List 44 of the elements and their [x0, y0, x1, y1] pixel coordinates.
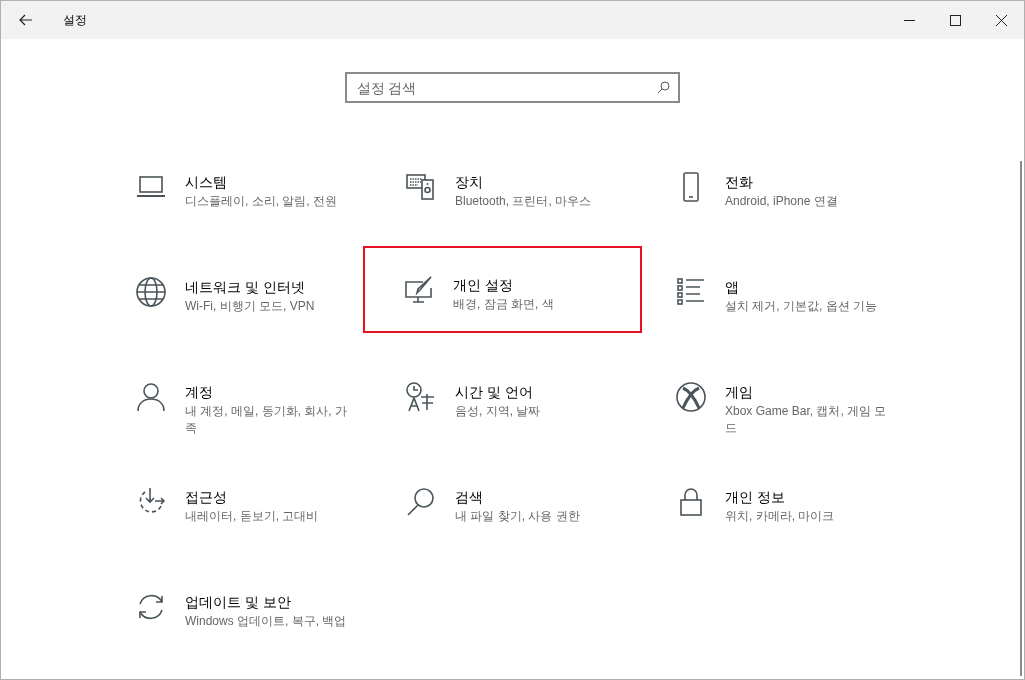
list-icon	[675, 276, 707, 308]
tile-title: 게임	[725, 383, 754, 401]
tile-description: Android, iPhone 연결	[725, 193, 839, 210]
tile-description: 배경, 잠금 화면, 색	[453, 296, 555, 313]
close-icon	[995, 14, 1007, 26]
search-icon	[405, 486, 437, 518]
scrollbar[interactable]	[1020, 161, 1022, 676]
tile-title: 전화	[725, 173, 754, 191]
keyboard-speaker-icon	[405, 171, 437, 203]
back-arrow-icon	[19, 14, 33, 26]
search-icon	[656, 81, 670, 94]
tile-title: 네트워크 및 인터넷	[185, 278, 306, 296]
tile-title: 시스템	[185, 173, 228, 191]
tile-description: 내레이터, 돋보기, 고대비	[185, 508, 320, 525]
tile-title: 개인 설정	[453, 276, 514, 294]
maximize-icon	[949, 14, 961, 26]
tile-description: Windows 업데이트, 복구, 백업	[185, 613, 348, 630]
tile-title: 앱	[725, 278, 740, 296]
settings-tile[interactable]: 개인 설정 배경, 잠금 화면, 색	[363, 246, 642, 333]
tile-description: 위치, 카메라, 마이크	[725, 508, 836, 525]
tile-description: 내 파일 찾기, 사용 권한	[455, 508, 581, 525]
tile-title: 장치	[455, 173, 484, 191]
tile-description: 설치 제거, 기본값, 옵션 기능	[725, 298, 878, 315]
tile-description: 디스플레이, 소리, 알림, 전원	[185, 193, 338, 210]
tile-title: 개인 정보	[725, 488, 786, 506]
globe-icon	[135, 276, 167, 308]
tile-description: Bluetooth, 프린터, 마우스	[455, 193, 593, 210]
clock-language-icon	[405, 381, 437, 413]
tile-title: 계정	[185, 383, 214, 401]
person-icon	[135, 381, 167, 413]
tile-description: 내 계정, 메일, 동기화, 회사, 가족	[185, 403, 348, 437]
xbox-icon	[675, 381, 707, 413]
window-title: 설정	[63, 12, 87, 29]
tile-title: 시간 및 언어	[455, 383, 534, 401]
tile-description: Xbox Game Bar, 캡처, 게임 모드	[725, 403, 888, 437]
tile-description: Wi-Fi, 비행기 모드, VPN	[185, 298, 316, 315]
settings-tile[interactable]: 업데이트 및 보안 Windows 업데이트, 복구, 백업	[93, 561, 372, 648]
minimize-icon	[903, 19, 915, 21]
monitor-brush-icon	[403, 274, 435, 306]
tile-title: 업데이트 및 보안	[185, 593, 292, 611]
tile-title: 검색	[455, 488, 484, 506]
search-field[interactable]: 설정 검색	[344, 72, 680, 103]
tile-description: 음성, 지역, 날짜	[455, 403, 542, 420]
tile-title: 접근성	[185, 488, 228, 506]
